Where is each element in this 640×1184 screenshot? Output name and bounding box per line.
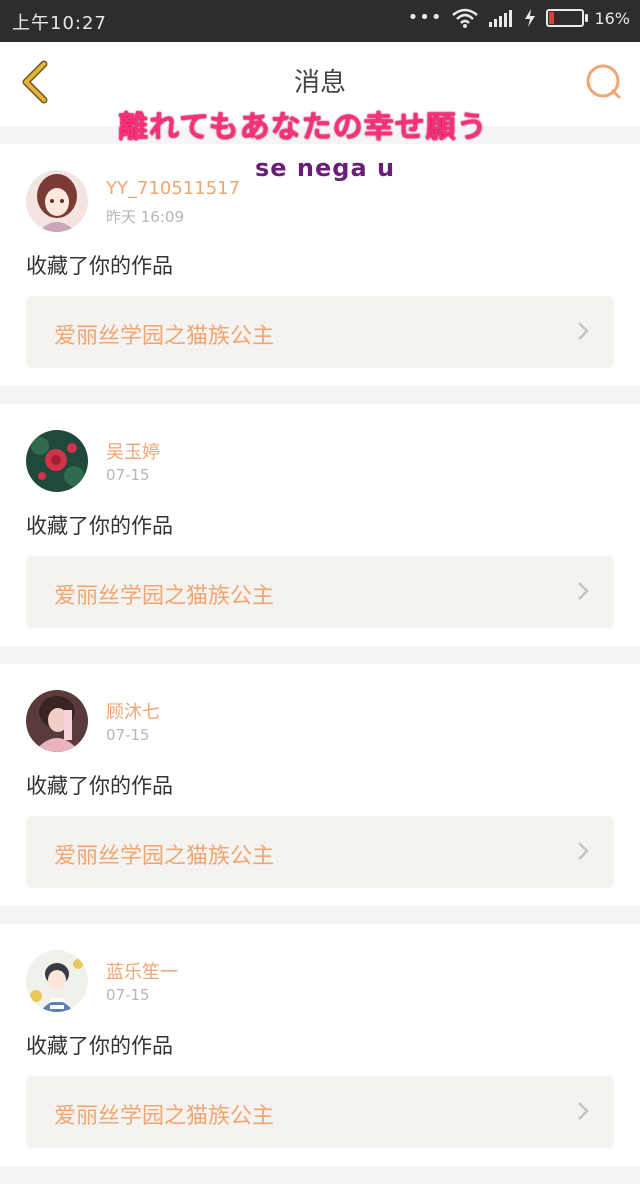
action-text: 收藏了你的作品 bbox=[26, 514, 173, 538]
work-title: 爱丽丝学园之猫族公主 bbox=[54, 1104, 275, 1129]
timestamp: 昨天 16:09 bbox=[106, 208, 184, 226]
work-title: 爱丽丝学园之猫族公主 bbox=[54, 324, 275, 349]
message-list: YY_710511517 昨天 16:09 收藏了你的作品 爱丽丝学园之猫族公主… bbox=[0, 144, 640, 1184]
status-bar: 上午10:27 ••• 16% bbox=[0, 0, 640, 42]
timestamp: 07-15 bbox=[106, 466, 150, 484]
avatar[interactable] bbox=[26, 430, 88, 492]
search-icon[interactable] bbox=[584, 62, 624, 102]
charging-icon bbox=[525, 9, 536, 27]
work-link[interactable]: 爱丽丝学园之猫族公主 bbox=[26, 1076, 614, 1148]
notification-card[interactable]: 蓝乐笙一 07-15 收藏了你的作品 爱丽丝学园之猫族公主 bbox=[0, 924, 640, 1166]
action-text: 收藏了你的作品 bbox=[26, 774, 173, 798]
overlay-caption: 離れてもあなたの幸せ願う bbox=[118, 110, 488, 145]
chevron-right-icon bbox=[578, 322, 589, 340]
notification-card[interactable]: 吴玉婷 07-15 收藏了你的作品 爱丽丝学园之猫族公主 bbox=[0, 404, 640, 646]
username[interactable]: YY_710511517 bbox=[106, 178, 240, 199]
timestamp: 07-15 bbox=[106, 986, 150, 1004]
avatar[interactable] bbox=[26, 950, 88, 1012]
avatar[interactable] bbox=[26, 690, 88, 752]
signal-icon bbox=[489, 10, 513, 27]
overlay-subcaption: se nega u bbox=[255, 154, 396, 182]
work-title: 爱丽丝学园之猫族公主 bbox=[54, 584, 275, 609]
username[interactable]: 顾沐七 bbox=[106, 698, 160, 724]
status-time: 上午10:27 bbox=[12, 13, 107, 34]
work-link[interactable]: 爱丽丝学园之猫族公主 bbox=[26, 296, 614, 368]
username[interactable]: 蓝乐笙一 bbox=[106, 958, 178, 984]
chevron-right-icon bbox=[578, 582, 589, 600]
work-title: 爱丽丝学园之猫族公主 bbox=[54, 844, 275, 869]
notification-card[interactable]: 顾沐七 07-15 收藏了你的作品 爱丽丝学园之猫族公主 bbox=[0, 664, 640, 906]
chevron-right-icon bbox=[578, 842, 589, 860]
chevron-right-icon bbox=[578, 1102, 589, 1120]
battery-level bbox=[549, 12, 555, 24]
timestamp: 07-15 bbox=[106, 726, 150, 744]
action-text: 收藏了你的作品 bbox=[26, 254, 173, 278]
work-link[interactable]: 爱丽丝学园之猫族公主 bbox=[26, 556, 614, 628]
username[interactable]: 吴玉婷 bbox=[106, 438, 160, 464]
page-title: 消息 bbox=[293, 68, 346, 98]
battery-icon bbox=[546, 9, 589, 27]
avatar[interactable] bbox=[26, 170, 88, 232]
wifi-icon bbox=[452, 8, 479, 28]
status-indicators: ••• 16% bbox=[408, 8, 630, 28]
battery-percent: 16% bbox=[594, 8, 630, 28]
action-text: 收藏了你的作品 bbox=[26, 1034, 173, 1058]
work-link[interactable]: 爱丽丝学园之猫族公主 bbox=[26, 816, 614, 888]
more-dots-icon: ••• bbox=[407, 7, 443, 28]
